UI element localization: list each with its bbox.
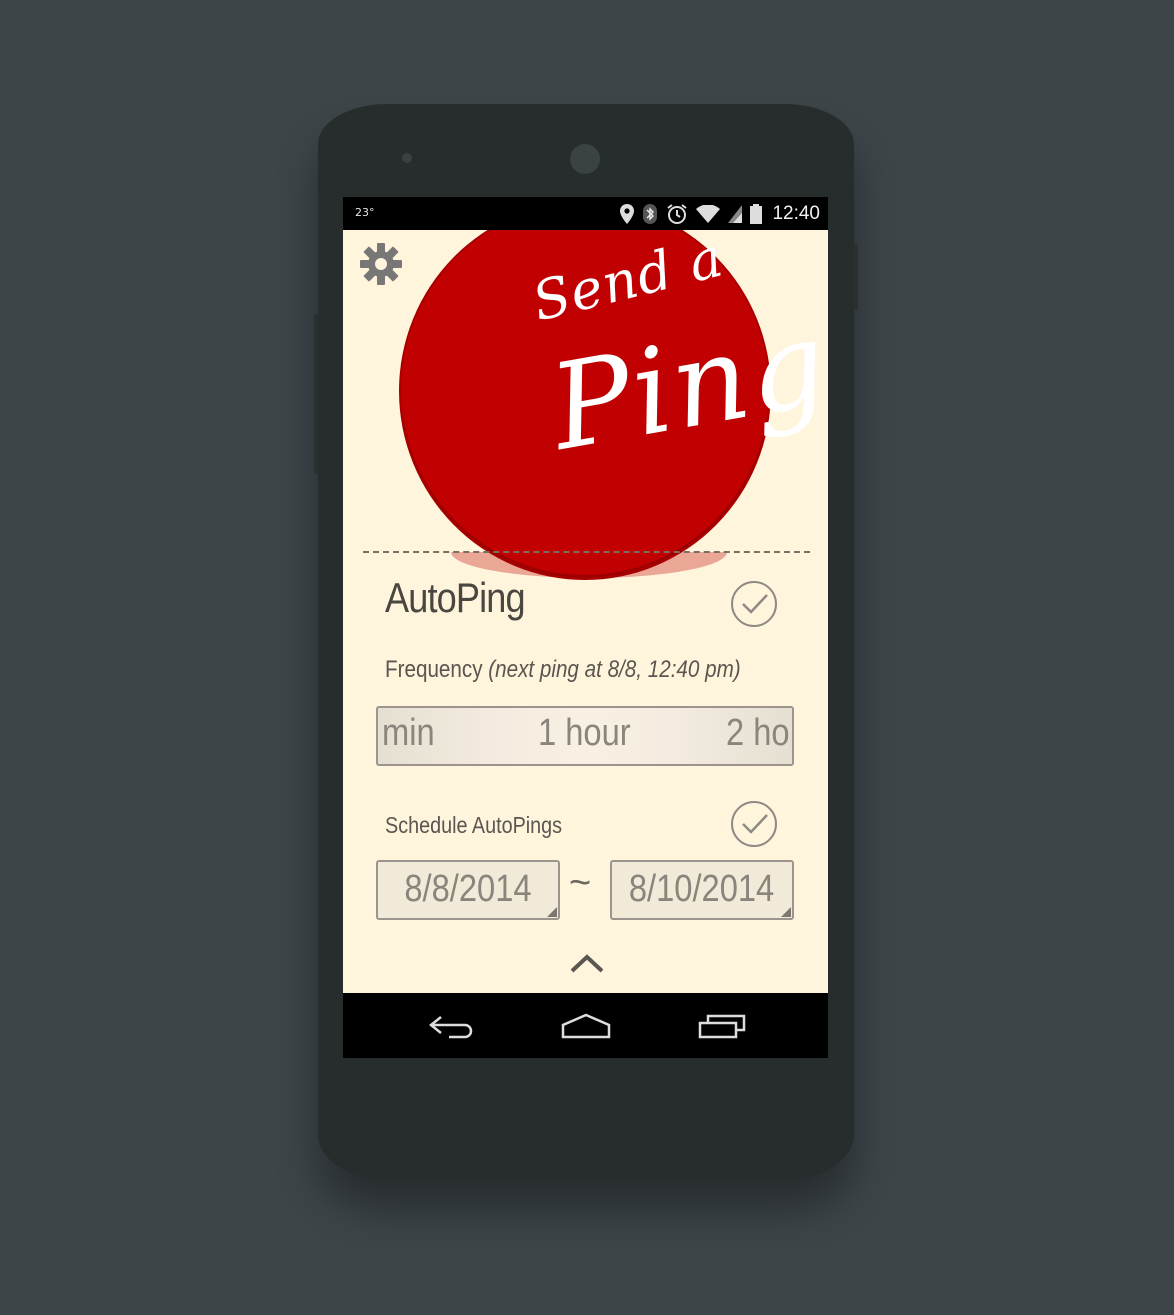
- bluetooth-icon: [643, 203, 658, 224]
- dropdown-corner-icon: [781, 907, 791, 917]
- status-bar: 23° 12:40: [343, 197, 828, 230]
- status-time: 12:40: [772, 202, 820, 224]
- navigation-bar: [343, 993, 828, 1058]
- frequency-label-text: Frequency: [385, 656, 483, 683]
- chevron-up-icon[interactable]: [569, 952, 605, 974]
- location-icon: [620, 203, 635, 224]
- proximity-sensor: [402, 153, 412, 163]
- autoping-toggle[interactable]: [731, 581, 777, 627]
- power-button: [854, 244, 858, 310]
- recents-icon[interactable]: [697, 1011, 747, 1041]
- autoping-title: AutoPing: [385, 574, 526, 621]
- frequency-option[interactable]: min: [382, 712, 435, 755]
- wifi-icon: [696, 204, 721, 223]
- frequency-option-selected[interactable]: 1 hour: [538, 712, 631, 755]
- home-icon[interactable]: [560, 1011, 612, 1041]
- schedule-label: Schedule AutoPings: [385, 812, 563, 838]
- section-divider: [363, 551, 810, 553]
- dropdown-corner-icon: [547, 907, 557, 917]
- back-icon[interactable]: [427, 1011, 475, 1041]
- frequency-picker[interactable]: min 1 hour 2 ho: [376, 706, 794, 766]
- start-date-field[interactable]: 8/8/2014: [376, 860, 560, 920]
- frequency-label: Frequency (next ping at 8/8, 12:40 pm): [385, 656, 741, 684]
- date-range-separator: ~: [569, 862, 592, 904]
- alarm-icon: [667, 203, 688, 224]
- next-ping-note: (next ping at 8/8, 12:40 pm): [488, 656, 741, 683]
- end-date-field[interactable]: 8/10/2014: [610, 860, 794, 920]
- end-date-value: 8/10/2014: [629, 868, 775, 910]
- start-date-value: 8/8/2014: [404, 868, 532, 910]
- signal-icon: [728, 204, 743, 223]
- checkmark-icon: [742, 814, 768, 834]
- gear-icon[interactable]: [359, 242, 403, 286]
- front-camera: [570, 144, 600, 174]
- battery-icon: [750, 203, 763, 224]
- phone-screen: 23° 12:40 Send a Ping AutoPing Frequency…: [343, 197, 828, 1058]
- schedule-toggle[interactable]: [731, 801, 777, 847]
- checkmark-icon: [742, 594, 768, 614]
- frequency-option[interactable]: 2 ho: [726, 712, 790, 755]
- status-icons: 12:40: [620, 201, 820, 226]
- status-temperature: 23°: [355, 206, 375, 219]
- volume-button: [314, 314, 318, 474]
- app-content: Send a Ping AutoPing Frequency (next pin…: [343, 230, 828, 993]
- send-ping-button[interactable]: Send a Ping: [401, 230, 828, 578]
